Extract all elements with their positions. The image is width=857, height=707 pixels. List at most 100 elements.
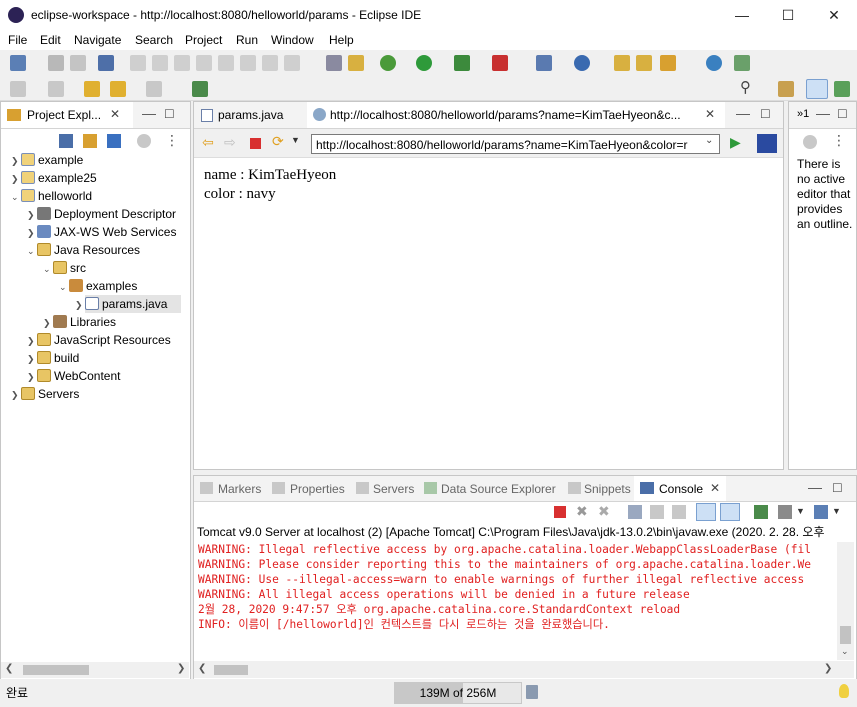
run-server-icon[interactable] — [454, 55, 470, 71]
filter-icon[interactable] — [107, 134, 121, 148]
menu-project[interactable]: Project — [185, 33, 222, 47]
refresh-icon[interactable]: ⟳ — [272, 133, 284, 150]
tree-item-jaxws[interactable]: ❯ JAX-WS Web Services — [1, 223, 189, 241]
forward-icon[interactable]: ⇨ — [224, 134, 236, 151]
chevron-right-icon[interactable]: ❯ — [27, 368, 37, 386]
tree-item-examples[interactable]: ⌄ examples — [1, 277, 189, 295]
word-wrap-icon[interactable] — [672, 505, 686, 519]
minimize-view-icon[interactable]: — — [142, 105, 156, 121]
trash-icon[interactable] — [526, 685, 538, 699]
menu-run[interactable]: Run — [236, 33, 258, 47]
menu-edit[interactable]: Edit — [40, 33, 61, 47]
show-stdout-icon[interactable] — [696, 503, 716, 521]
chevron-right-icon[interactable]: ❯ — [27, 332, 37, 350]
last-edit-icon[interactable] — [84, 81, 100, 97]
disconnect-icon[interactable] — [196, 55, 212, 71]
tree-item-example25[interactable]: ❯ example25 — [1, 169, 189, 187]
save-icon[interactable] — [48, 55, 64, 71]
step-into-icon[interactable] — [218, 55, 234, 71]
scrollbar-thumb[interactable] — [214, 665, 248, 675]
scroll-left-icon[interactable]: ❮ — [5, 663, 13, 674]
task-icon[interactable] — [326, 55, 342, 71]
debug-perspective-icon[interactable] — [834, 81, 850, 97]
new-class-icon[interactable] — [574, 55, 590, 71]
scroll-down-icon[interactable]: ⌄ — [841, 646, 849, 657]
resume-icon[interactable] — [130, 55, 146, 71]
pin-editor-icon[interactable] — [192, 81, 208, 97]
remove-all-icon[interactable]: ✖ — [598, 503, 610, 520]
scroll-right-icon[interactable]: ❯ — [824, 663, 832, 674]
menu-file[interactable]: File — [8, 33, 27, 47]
tree-item-libraries[interactable]: ❯ Libraries — [1, 313, 189, 331]
chevron-right-icon[interactable]: ❯ — [11, 386, 21, 404]
close-tab-icon[interactable]: ✕ — [710, 481, 720, 495]
heap-status[interactable]: 139M of 256M — [394, 682, 522, 704]
chevron-down-icon[interactable]: ⌄ — [11, 188, 21, 206]
collapse-all-icon[interactable] — [59, 134, 73, 148]
chevron-right-icon[interactable]: ❯ — [11, 152, 21, 170]
tree-item-build[interactable]: ❯ build — [1, 349, 189, 367]
display-console-icon[interactable] — [778, 505, 792, 519]
search-task-icon[interactable] — [734, 55, 750, 71]
maximize-button[interactable]: ☐ — [765, 0, 811, 30]
tree-item-example[interactable]: ❯ example — [1, 151, 189, 169]
suspend-icon[interactable] — [152, 55, 168, 71]
minimize-view-icon[interactable]: — — [736, 105, 750, 121]
open-task-icon[interactable] — [636, 55, 652, 71]
tab-overflow[interactable]: »1 — [797, 108, 809, 120]
terminate-icon[interactable] — [174, 55, 190, 71]
menu-window[interactable]: Window — [271, 33, 314, 47]
search-icon[interactable]: ⚲ — [740, 78, 751, 96]
new-icon[interactable] — [10, 55, 26, 71]
tree-item-params-java[interactable]: ❯ params.java — [1, 295, 189, 313]
step-return-icon[interactable] — [262, 55, 278, 71]
remove-launch-icon[interactable]: ✖ — [576, 503, 588, 520]
globe-icon[interactable] — [706, 55, 722, 71]
maximize-view-icon[interactable]: ☐ — [760, 107, 771, 121]
tab-data-source-explorer[interactable]: Data Source Explorer — [422, 476, 562, 501]
chevron-down-icon[interactable]: ▼ — [832, 506, 841, 516]
chevron-down-icon[interactable]: ⌄ — [59, 278, 69, 296]
tree-item-java-resources[interactable]: ⌄ Java Resources — [1, 241, 189, 259]
view-menu-icon[interactable]: ⋮ — [165, 132, 179, 149]
chevron-right-icon[interactable]: ❯ — [27, 224, 37, 242]
console-view-icon[interactable] — [98, 55, 114, 71]
menu-help[interactable]: Help — [329, 33, 354, 47]
chevron-down-icon[interactable]: ▼ — [291, 135, 300, 145]
scrollbar-thumb[interactable] — [840, 626, 851, 644]
terminate-icon[interactable] — [554, 506, 566, 518]
chevron-down-icon[interactable]: ⌄ — [43, 260, 53, 278]
chevron-right-icon[interactable]: ❯ — [75, 296, 85, 314]
horizontal-scrollbar[interactable]: ❮ ❯ — [194, 661, 854, 678]
pen-icon[interactable] — [660, 55, 676, 71]
focus-icon[interactable] — [803, 135, 817, 149]
menu-navigate[interactable]: Navigate — [74, 33, 121, 47]
chevron-right-icon[interactable]: ❯ — [27, 206, 37, 224]
console-output[interactable]: WARNING: Illegal reflective access by or… — [198, 542, 836, 660]
maximize-view-icon[interactable]: ☐ — [837, 107, 848, 121]
close-tab-icon[interactable]: ✕ — [705, 107, 715, 121]
maximize-view-icon[interactable]: ☐ — [832, 481, 843, 495]
scroll-lock-icon[interactable] — [650, 505, 664, 519]
clear-console-icon[interactable] — [628, 505, 642, 519]
chevron-down-icon[interactable]: ⌄ — [27, 242, 37, 260]
maximize-view-icon[interactable]: ☐ — [164, 107, 175, 121]
stop-icon[interactable] — [250, 138, 261, 149]
javaee-perspective-icon[interactable] — [806, 79, 828, 99]
refactor-icon[interactable] — [348, 55, 364, 71]
tab-browser[interactable]: http://localhost:8080/helloworld/params?… — [307, 102, 725, 128]
eclipse-browser-icon[interactable] — [757, 134, 777, 153]
tree-item-helloworld[interactable]: ⌄ helloworld — [1, 187, 189, 205]
scroll-right-icon[interactable]: ❯ — [177, 663, 185, 674]
url-dropdown-icon[interactable]: ⌄ — [705, 135, 713, 146]
horizontal-scrollbar[interactable]: ❮ ❯ — [1, 662, 189, 678]
scrollbar-thumb[interactable] — [23, 665, 89, 675]
next-annotation-icon[interactable] — [48, 81, 64, 97]
back-icon[interactable]: ⇦ — [202, 134, 214, 151]
close-tab-icon[interactable]: ✕ — [110, 107, 120, 121]
chevron-right-icon[interactable]: ❯ — [11, 170, 21, 188]
tree-item-src[interactable]: ⌄ src — [1, 259, 189, 277]
url-field[interactable]: http://localhost:8080/helloworld/params?… — [311, 134, 720, 154]
go-icon[interactable]: ▶ — [730, 134, 741, 151]
tab-snippets[interactable]: Snippets — [566, 476, 634, 501]
